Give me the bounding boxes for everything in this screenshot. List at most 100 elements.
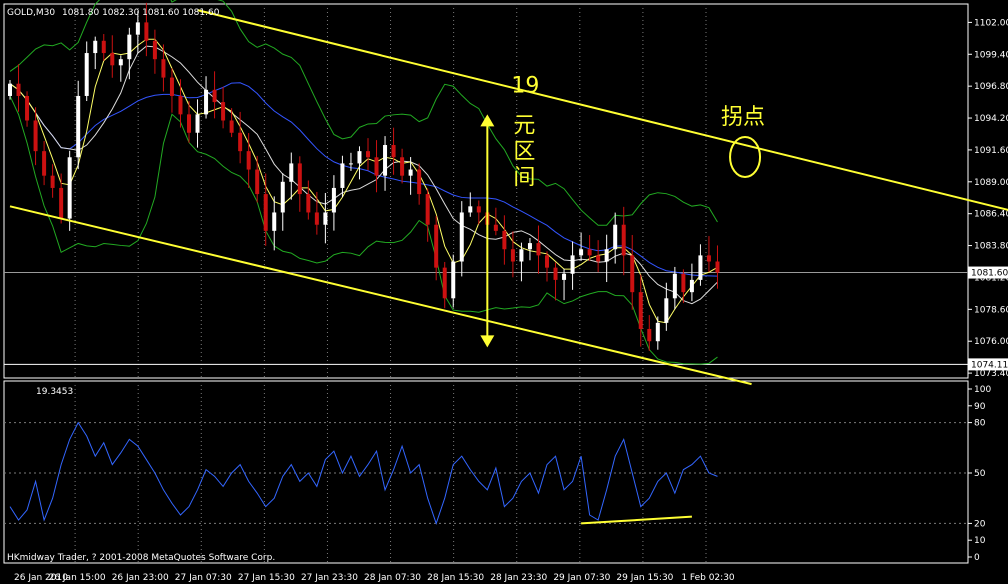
- osc-tick-label: 90: [974, 402, 986, 412]
- candle-body: [425, 194, 430, 225]
- candle-body: [280, 181, 285, 213]
- range-char-label: 区: [513, 139, 535, 164]
- candle-body: [127, 34, 132, 60]
- candle-body: [76, 95, 81, 158]
- candle-body: [212, 89, 217, 103]
- candle-body: [314, 212, 319, 225]
- candle-body: [33, 120, 38, 152]
- osc-tick-label: 0: [974, 553, 980, 563]
- price-tick-label: 1083.80: [974, 242, 1008, 252]
- candle-body: [246, 151, 251, 170]
- time-tick-label: 29 Jan 07:30: [553, 573, 610, 583]
- candle-body: [689, 279, 694, 293]
- candle-body: [331, 187, 336, 213]
- candle-body: [297, 163, 302, 195]
- time-tick-label: 26 Jan 15:00: [49, 573, 106, 583]
- candle-body: [323, 212, 328, 225]
- candle-body: [476, 206, 481, 213]
- range-number-label: 19: [511, 73, 539, 98]
- candle-body: [647, 328, 652, 342]
- candle-body: [562, 273, 567, 280]
- candle-body: [596, 255, 601, 262]
- candle-body: [391, 145, 396, 158]
- candle-body: [272, 212, 277, 231]
- candle-body: [519, 249, 524, 262]
- pivot-circle: [729, 136, 762, 178]
- time-tick-label: 1 Feb 02:30: [681, 573, 735, 583]
- candle-body: [118, 59, 123, 66]
- osc-tick-label: 20: [974, 519, 986, 529]
- candle-body: [570, 255, 575, 274]
- candle-body: [715, 261, 720, 273]
- ma-fast: [9, 38, 718, 324]
- osc-tick-label: 50: [974, 469, 986, 479]
- chart-window: 26 Jan 2010 26 Jan 15:00 26 Jan 23:00 27 Ja…: [0, 0, 1008, 584]
- time-tick-label: 28 Jan 15:30: [427, 573, 484, 583]
- osc-tick-label: 10: [974, 536, 986, 546]
- time-tick-label: 27 Jan 15:30: [238, 573, 295, 583]
- candle-body: [698, 255, 703, 280]
- candle-body: [400, 157, 405, 176]
- copyright-label: HKmidway Trader, ? 2001-2008 MetaQuotes …: [7, 553, 275, 563]
- candle-body: [664, 298, 669, 323]
- candle-body: [67, 157, 72, 219]
- price-tick-label: 1078.60: [974, 305, 1008, 315]
- price-tick-label: 1089.00: [974, 178, 1008, 188]
- candle-body: [255, 169, 260, 195]
- candle-body: [59, 187, 64, 219]
- candle-body: [169, 77, 174, 96]
- candle-body: [263, 194, 268, 231]
- candle-body: [451, 261, 456, 299]
- candle-body: [42, 151, 47, 176]
- candle-body: [579, 249, 584, 256]
- candle-body: [553, 267, 558, 280]
- candle-body: [408, 169, 413, 176]
- price-tick-label: 1076.00: [974, 337, 1008, 347]
- candle-body: [84, 53, 89, 96]
- candle-body: [8, 83, 12, 96]
- time-tick-label: 27 Jan 23:30: [301, 573, 358, 583]
- candle-body: [93, 40, 98, 54]
- candle-body: [357, 151, 362, 164]
- candle-body: [434, 224, 439, 268]
- time-tick-label: 28 Jan 23:30: [490, 573, 547, 583]
- price-tick-label: 1102.00: [974, 18, 1008, 28]
- candle-body: [238, 132, 243, 152]
- candle-body: [348, 163, 353, 165]
- candle-body: [135, 22, 140, 35]
- candle-body: [510, 249, 515, 262]
- price-tick-label: 1094.20: [974, 114, 1008, 124]
- bollinger-lower: [9, 95, 718, 365]
- price-tick-label: 1073.40: [974, 369, 1008, 379]
- candle-body: [374, 157, 379, 176]
- candle-body: [187, 114, 191, 133]
- candle-body: [613, 224, 618, 250]
- price-pane-frame: [3, 3, 969, 379]
- candle-body: [417, 169, 422, 195]
- candle-body: [144, 22, 149, 41]
- indicator-readout: 19.3453: [36, 387, 73, 397]
- indicator-pane-frame: [3, 380, 969, 564]
- price-tick-label: 1091.60: [974, 146, 1008, 156]
- candle-body: [587, 249, 592, 256]
- candle-body: [655, 322, 660, 342]
- range-arrow-head-down: [480, 335, 495, 348]
- candle-body: [493, 224, 498, 231]
- candle-body: [442, 267, 447, 299]
- candle-body: [195, 114, 200, 133]
- candle-body: [706, 255, 711, 262]
- ohlc-label: 1081.80 1082.30 1081.60 1081.60: [62, 8, 220, 18]
- candle-body: [25, 95, 30, 121]
- candle-body: [536, 243, 541, 256]
- candle-body: [340, 163, 345, 188]
- time-tick-label: 28 Jan 07:30: [364, 573, 421, 583]
- candle-body: [604, 249, 609, 262]
- candle-body: [527, 243, 532, 250]
- price-chart[interactable]: 26 Jan 201026 Jan 15:00 26 Jan 23:00 27 Ja…: [0, 0, 1008, 584]
- candle-body: [681, 273, 686, 293]
- candle-body: [366, 151, 370, 158]
- range-char-label: 间: [513, 165, 535, 190]
- candle-body: [621, 224, 626, 256]
- turn-point-label: 拐点: [721, 105, 765, 130]
- time-tick-label: 27 Jan 07:30: [175, 573, 232, 583]
